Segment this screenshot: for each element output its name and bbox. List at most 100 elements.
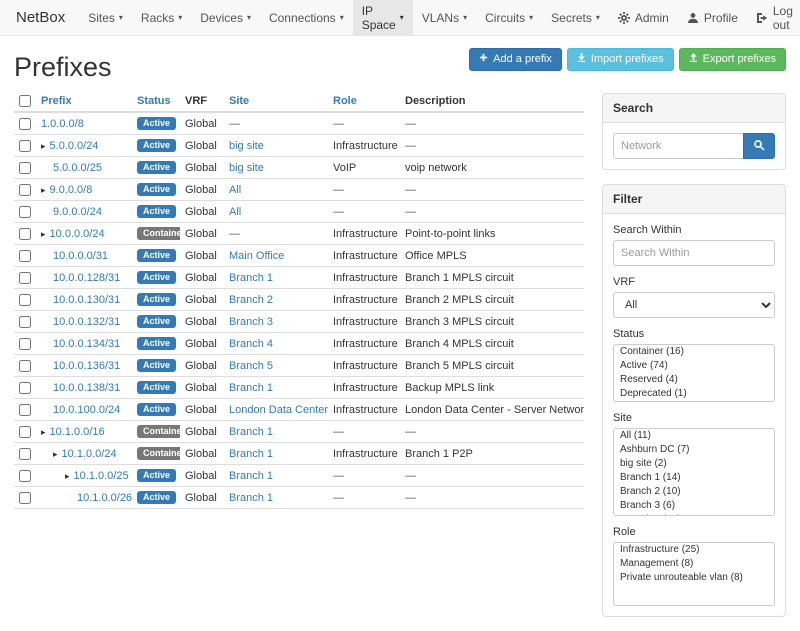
listbox-option[interactable]: Reserved (4): [614, 373, 774, 387]
site-link[interactable]: Main Office: [229, 250, 284, 262]
site-link[interactable]: big site: [229, 162, 264, 174]
nav-devices[interactable]: Devices▾: [191, 0, 260, 35]
prefix-link[interactable]: 10.0.0.134/31: [53, 338, 120, 350]
row-checkbox[interactable]: [19, 206, 31, 218]
site-link[interactable]: Branch 1: [229, 470, 273, 482]
nav-sites[interactable]: Sites▾: [79, 0, 132, 35]
prefix-link[interactable]: 10.0.0.128/31: [53, 272, 120, 284]
column-sort-site[interactable]: Site: [229, 95, 249, 107]
row-checkbox[interactable]: [19, 404, 31, 416]
site-listbox[interactable]: All (11)Ashburn DC (7)big site (2)Branch…: [613, 428, 775, 516]
row-checkbox[interactable]: [19, 272, 31, 284]
site-link[interactable]: London Data Center: [229, 404, 328, 416]
row-checkbox[interactable]: [19, 162, 31, 174]
prefix-link[interactable]: 10.0.0.0/31: [53, 250, 108, 262]
site-link[interactable]: Branch 2: [229, 294, 273, 306]
column-sort-role[interactable]: Role: [333, 95, 357, 107]
row-checkbox[interactable]: [19, 492, 31, 504]
import-prefixes-button[interactable]: Import prefixes: [567, 48, 674, 71]
row-checkbox[interactable]: [19, 448, 31, 460]
prefix-link[interactable]: 10.1.0.0/25: [74, 470, 129, 482]
expand-caret-icon[interactable]: ▸: [41, 141, 46, 151]
select-all-checkbox[interactable]: [19, 95, 31, 107]
site-link[interactable]: Branch 1: [229, 272, 273, 284]
prefix-link[interactable]: 10.0.0.0/24: [50, 228, 105, 240]
site-link[interactable]: Branch 4: [229, 338, 273, 350]
row-checkbox[interactable]: [19, 118, 31, 130]
site-link[interactable]: Branch 1: [229, 382, 273, 394]
prefix-link[interactable]: 9.0.0.0/8: [50, 184, 93, 196]
listbox-option[interactable]: Infrastructure (25): [614, 543, 774, 557]
prefix-link[interactable]: 10.0.0.130/31: [53, 294, 120, 306]
prefix-link[interactable]: 10.0.0.136/31: [53, 360, 120, 372]
listbox-option[interactable]: Active (74): [614, 359, 774, 373]
prefix-link[interactable]: 1.0.0.0/8: [41, 118, 84, 130]
row-checkbox[interactable]: [19, 184, 31, 196]
row-checkbox[interactable]: [19, 382, 31, 394]
nav-profile[interactable]: Profile: [678, 0, 747, 35]
row-checkbox[interactable]: [19, 228, 31, 240]
nav-ip-space[interactable]: IP Space▾: [353, 0, 413, 35]
listbox-option[interactable]: Container (16): [614, 345, 774, 359]
listbox-option[interactable]: Ashburn DC (7): [614, 443, 774, 457]
search-input[interactable]: [613, 133, 743, 159]
nav-racks[interactable]: Racks▾: [132, 0, 191, 35]
listbox-option[interactable]: big site (2): [614, 457, 774, 471]
search-within-input[interactable]: [613, 240, 775, 266]
row-checkbox[interactable]: [19, 338, 31, 350]
listbox-option[interactable]: Branch 4 (12): [614, 513, 774, 516]
nav-vlans[interactable]: VLANs▾: [413, 0, 476, 35]
add-prefix-button[interactable]: Add a prefix: [469, 48, 562, 71]
prefix-link[interactable]: 10.0.0.138/31: [53, 382, 120, 394]
expand-caret-icon[interactable]: ▸: [53, 449, 58, 459]
listbox-option[interactable]: All (11): [614, 429, 774, 443]
listbox-option[interactable]: Management (8): [614, 557, 774, 571]
site-link[interactable]: All: [229, 184, 241, 196]
prefix-link[interactable]: 10.0.0.132/31: [53, 316, 120, 328]
prefix-link[interactable]: 10.0.100.0/24: [53, 404, 120, 416]
expand-caret-icon[interactable]: ▸: [41, 229, 46, 239]
nav-admin[interactable]: Admin: [609, 0, 678, 35]
listbox-option[interactable]: Deprecated (1): [614, 387, 774, 401]
expand-caret-icon[interactable]: ▸: [65, 471, 70, 481]
prefix-link[interactable]: 10.1.0.0/16: [50, 426, 105, 438]
prefix-link[interactable]: 5.0.0.0/24: [50, 140, 99, 152]
site-link[interactable]: Branch 3: [229, 316, 273, 328]
vrf-cell: Global: [180, 377, 224, 399]
column-sort-prefix[interactable]: Prefix: [41, 95, 72, 107]
listbox-option[interactable]: Branch 2 (10): [614, 485, 774, 499]
prefix-link[interactable]: 5.0.0.0/25: [53, 162, 102, 174]
expand-caret-icon[interactable]: ▸: [41, 185, 46, 195]
search-button[interactable]: [743, 133, 775, 159]
listbox-option[interactable]: Private unrouteable vlan (8): [614, 571, 774, 585]
row-checkbox[interactable]: [19, 294, 31, 306]
row-checkbox[interactable]: [19, 140, 31, 152]
export-prefixes-button[interactable]: Export prefixes: [679, 48, 786, 71]
row-checkbox[interactable]: [19, 250, 31, 262]
site-link[interactable]: Branch 1: [229, 492, 273, 504]
vrf-select[interactable]: All: [613, 292, 775, 318]
row-checkbox[interactable]: [19, 360, 31, 372]
nav-connections[interactable]: Connections▾: [260, 0, 353, 35]
prefix-link[interactable]: 10.1.0.0/26: [77, 492, 132, 504]
prefix-link[interactable]: 9.0.0.0/24: [53, 206, 102, 218]
status-listbox[interactable]: Container (16)Active (74)Reserved (4)Dep…: [613, 344, 775, 402]
nav-logout[interactable]: Log out: [747, 0, 800, 35]
nav-circuits[interactable]: Circuits▾: [476, 0, 542, 35]
site-link[interactable]: Branch 1: [229, 448, 273, 460]
column-sort-status[interactable]: Status: [137, 95, 171, 107]
row-checkbox[interactable]: [19, 426, 31, 438]
prefix-link[interactable]: 10.1.0.0/24: [62, 448, 117, 460]
listbox-option[interactable]: Branch 1 (14): [614, 471, 774, 485]
brand[interactable]: NetBox: [10, 0, 79, 35]
row-checkbox[interactable]: [19, 316, 31, 328]
role-listbox[interactable]: Infrastructure (25)Management (8)Private…: [613, 542, 775, 606]
site-link[interactable]: Branch 5: [229, 360, 273, 372]
row-checkbox[interactable]: [19, 470, 31, 482]
nav-secrets[interactable]: Secrets▾: [542, 0, 609, 35]
expand-caret-icon[interactable]: ▸: [41, 427, 46, 437]
site-link[interactable]: big site: [229, 140, 264, 152]
site-link[interactable]: All: [229, 206, 241, 218]
table-header-row: Prefix Status VRF Site Role Description: [14, 91, 584, 112]
site-link[interactable]: Branch 1: [229, 426, 273, 438]
